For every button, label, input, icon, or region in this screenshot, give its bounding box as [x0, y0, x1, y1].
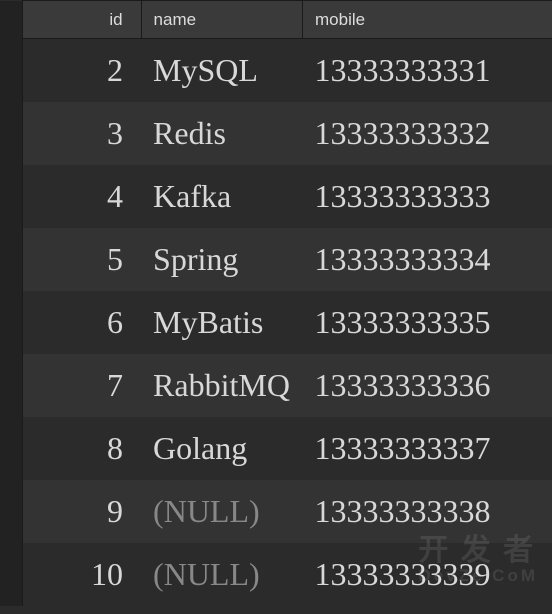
table-row[interactable]: 8Golang13333333337: [0, 417, 552, 480]
cell-mobile[interactable]: 13333333337: [303, 417, 552, 480]
cell-id[interactable]: 10: [23, 543, 142, 606]
cell-name[interactable]: Redis: [141, 102, 302, 165]
row-gutter: [0, 291, 23, 354]
data-table: id name mobile 2MySQL133333333313Redis13…: [0, 0, 552, 606]
row-gutter: [0, 165, 23, 228]
row-gutter: [0, 228, 23, 291]
cell-name[interactable]: Spring: [141, 228, 302, 291]
table-row[interactable]: 6MyBatis13333333335: [0, 291, 552, 354]
table-row[interactable]: 9(NULL)13333333338: [0, 480, 552, 543]
cell-mobile[interactable]: 13333333335: [303, 291, 552, 354]
cell-name[interactable]: MySQL: [141, 39, 302, 102]
row-gutter: [0, 543, 23, 606]
table-row[interactable]: 4Kafka13333333333: [0, 165, 552, 228]
row-gutter: [0, 39, 23, 102]
cell-id[interactable]: 4: [23, 165, 142, 228]
cell-id[interactable]: 7: [23, 354, 142, 417]
cell-id[interactable]: 9: [23, 480, 142, 543]
cell-mobile[interactable]: 13333333331: [303, 39, 552, 102]
cell-mobile[interactable]: 13333333336: [303, 354, 552, 417]
column-header-mobile[interactable]: mobile: [303, 1, 552, 39]
cell-mobile[interactable]: 13333333333: [303, 165, 552, 228]
column-header-id[interactable]: id: [23, 1, 142, 39]
cell-id[interactable]: 5: [23, 228, 142, 291]
table-body: 2MySQL133333333313Redis133333333324Kafka…: [0, 39, 552, 606]
cell-mobile[interactable]: 13333333332: [303, 102, 552, 165]
table-header-row: id name mobile: [0, 1, 552, 39]
cell-mobile[interactable]: 13333333338: [303, 480, 552, 543]
cell-name[interactable]: MyBatis: [141, 291, 302, 354]
gutter-header: [0, 1, 23, 39]
cell-id[interactable]: 8: [23, 417, 142, 480]
cell-mobile[interactable]: 13333333339: [303, 543, 552, 606]
row-gutter: [0, 480, 23, 543]
table-row[interactable]: 5Spring13333333334: [0, 228, 552, 291]
cell-id[interactable]: 3: [23, 102, 142, 165]
row-gutter: [0, 417, 23, 480]
row-gutter: [0, 354, 23, 417]
table-row[interactable]: 10(NULL)13333333339: [0, 543, 552, 606]
row-gutter: [0, 102, 23, 165]
cell-id[interactable]: 2: [23, 39, 142, 102]
column-header-name[interactable]: name: [141, 1, 302, 39]
cell-name[interactable]: (NULL): [141, 480, 302, 543]
table-row[interactable]: 2MySQL13333333331: [0, 39, 552, 102]
cell-name[interactable]: RabbitMQ: [141, 354, 302, 417]
cell-mobile[interactable]: 13333333334: [303, 228, 552, 291]
table-row[interactable]: 7RabbitMQ13333333336: [0, 354, 552, 417]
cell-name[interactable]: Kafka: [141, 165, 302, 228]
cell-name[interactable]: (NULL): [141, 543, 302, 606]
cell-name[interactable]: Golang: [141, 417, 302, 480]
table-row[interactable]: 3Redis13333333332: [0, 102, 552, 165]
cell-id[interactable]: 6: [23, 291, 142, 354]
